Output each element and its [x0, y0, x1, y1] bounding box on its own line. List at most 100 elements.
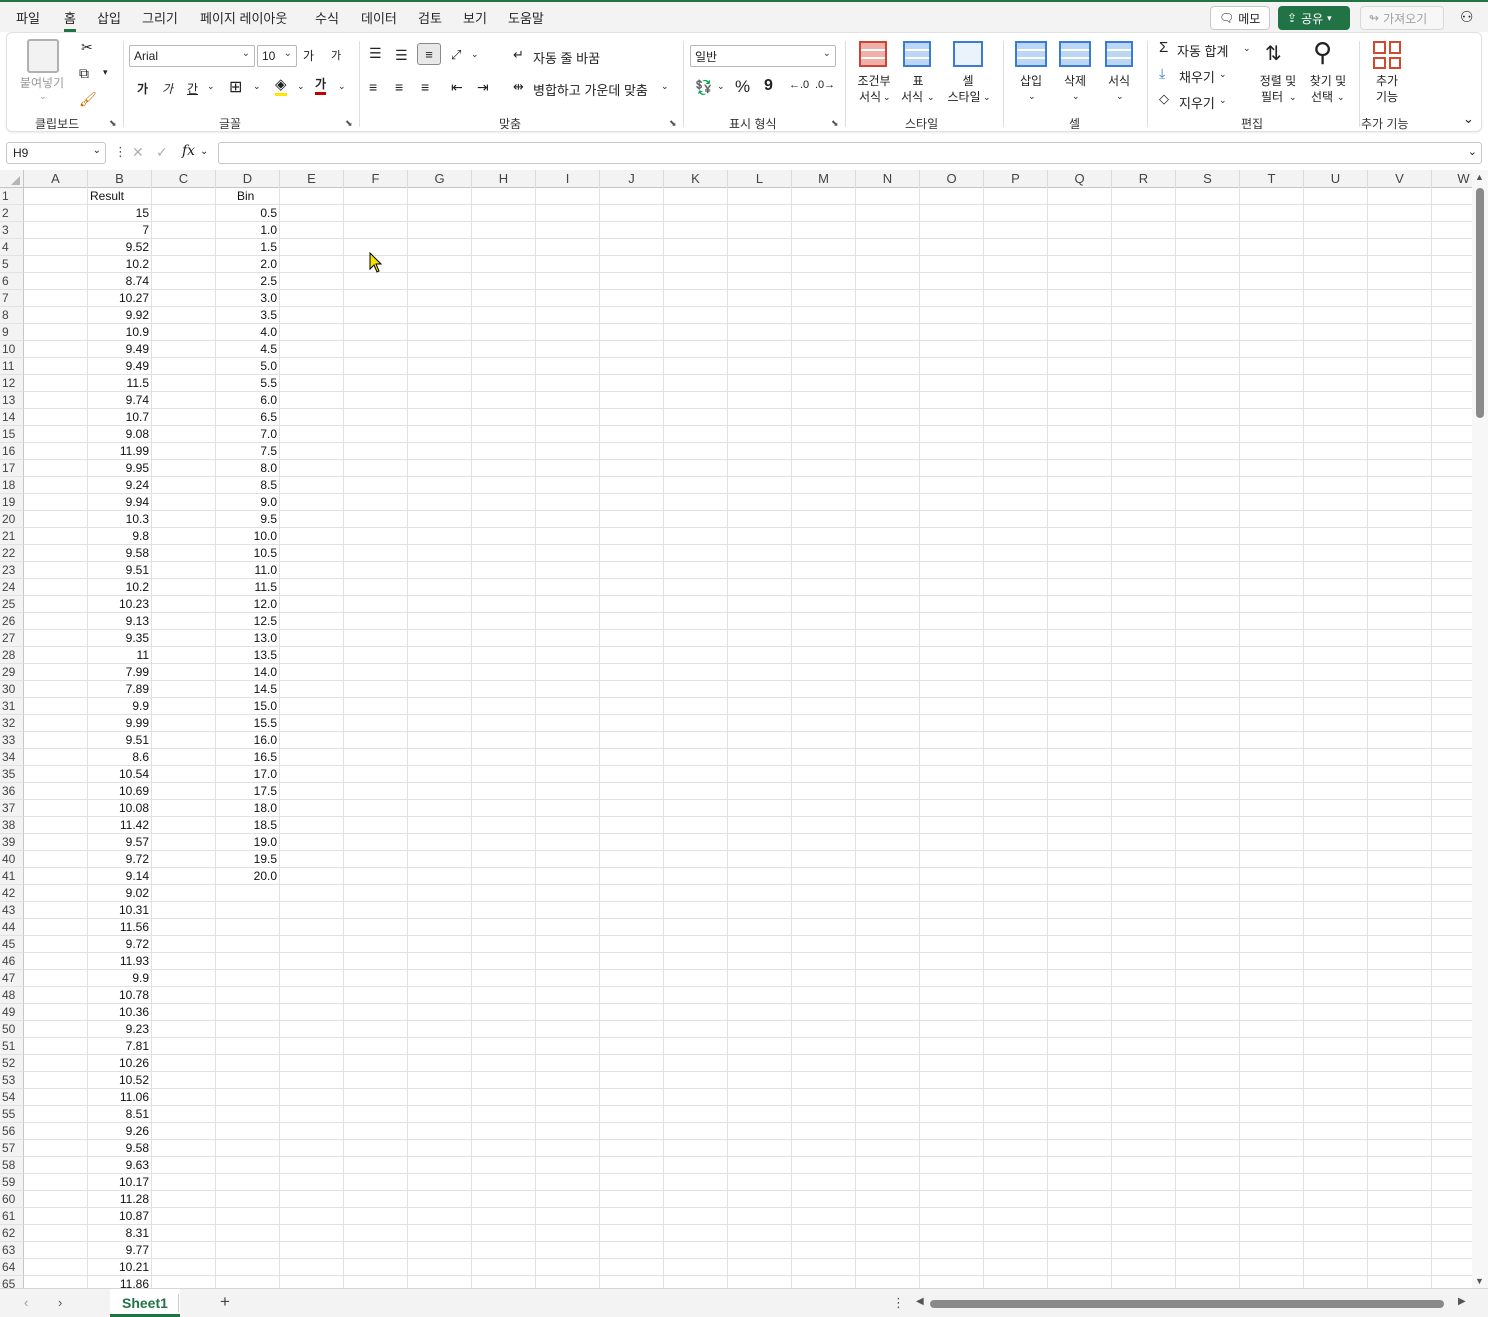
cell-B31[interactable]: 9.9	[88, 698, 149, 715]
column-header-e[interactable]: E	[280, 170, 344, 188]
menu-formulas[interactable]: 수식	[315, 8, 339, 27]
cell-B11[interactable]: 9.49	[88, 358, 149, 375]
check-icon[interactable]: ✓	[156, 144, 168, 161]
align-center-icon[interactable]: ≡	[395, 79, 403, 95]
dialog-launcher-icon[interactable]: ⬊	[345, 118, 353, 129]
row-header-61[interactable]: 61	[0, 1208, 24, 1225]
cell-D30[interactable]: 14.5	[216, 681, 277, 698]
format-painter-icon[interactable]: 🖌	[79, 91, 97, 108]
row-header-27[interactable]: 27	[0, 630, 24, 647]
cell-B54[interactable]: 11.06	[88, 1089, 149, 1106]
chevron-down-icon[interactable]: ⌄	[661, 81, 669, 92]
cell-B47[interactable]: 9.9	[88, 970, 149, 987]
row-header-63[interactable]: 63	[0, 1242, 24, 1259]
menu-data[interactable]: 데이터	[361, 8, 397, 27]
paste-icon[interactable]	[27, 39, 59, 73]
menu-help[interactable]: 도움말	[508, 8, 544, 27]
cell-D41[interactable]: 20.0	[216, 868, 277, 885]
vertical-scroll-thumb[interactable]	[1476, 188, 1484, 418]
cell-B20[interactable]: 10.3	[88, 511, 149, 528]
cell-B45[interactable]: 9.72	[88, 936, 149, 953]
increase-indent-icon[interactable]: ⇥	[477, 79, 489, 96]
cell-D8[interactable]: 3.5	[216, 307, 277, 324]
table-format-button[interactable]: 표	[893, 73, 943, 89]
menu-review[interactable]: 검토	[418, 8, 442, 27]
cell-B35[interactable]: 10.54	[88, 766, 149, 783]
row-header-35[interactable]: 35	[0, 766, 24, 783]
row-header-17[interactable]: 17	[0, 460, 24, 477]
cell-D6[interactable]: 2.5	[216, 273, 277, 290]
dialog-launcher-icon[interactable]: ⬊	[669, 118, 677, 129]
row-header-50[interactable]: 50	[0, 1021, 24, 1038]
cell-D33[interactable]: 16.0	[216, 732, 277, 749]
cell-D19[interactable]: 9.0	[216, 494, 277, 511]
row-header-59[interactable]: 59	[0, 1174, 24, 1191]
row-header-52[interactable]: 52	[0, 1055, 24, 1072]
cell-B3[interactable]: 7	[88, 222, 149, 239]
cell-B17[interactable]: 9.95	[88, 460, 149, 477]
cell-B34[interactable]: 8.6	[88, 749, 149, 766]
cell-D26[interactable]: 12.5	[216, 613, 277, 630]
cell-D9[interactable]: 4.0	[216, 324, 277, 341]
cell-B4[interactable]: 9.52	[88, 239, 149, 256]
cell-B49[interactable]: 10.36	[88, 1004, 149, 1021]
row-header-22[interactable]: 22	[0, 545, 24, 562]
menu-home[interactable]: 홈	[64, 8, 76, 32]
column-header-p[interactable]: P	[984, 170, 1048, 188]
comma-button[interactable]: 9	[764, 77, 773, 95]
cell-B46[interactable]: 11.93	[88, 953, 149, 970]
cell-D28[interactable]: 13.5	[216, 647, 277, 664]
cell-D3[interactable]: 1.0	[216, 222, 277, 239]
row-header-60[interactable]: 60	[0, 1191, 24, 1208]
cell-D32[interactable]: 15.5	[216, 715, 277, 732]
cell-B39[interactable]: 9.57	[88, 834, 149, 851]
column-header-v[interactable]: V	[1368, 170, 1432, 188]
chevron-down-icon[interactable]: ⌄	[338, 81, 346, 92]
import-button[interactable]: ↬ 가져오기	[1360, 6, 1444, 30]
cell-B40[interactable]: 9.72	[88, 851, 149, 868]
next-sheet-icon[interactable]: ›	[58, 1295, 62, 1310]
expand-formula-icon[interactable]: ⌄	[1468, 145, 1477, 158]
menu-file[interactable]: 파일	[16, 8, 40, 27]
prev-sheet-icon[interactable]: ‹	[24, 1295, 28, 1310]
row-header-38[interactable]: 38	[0, 817, 24, 834]
cell-B60[interactable]: 11.28	[88, 1191, 149, 1208]
chevron-down-icon[interactable]: ⌄	[207, 81, 215, 92]
cell-B22[interactable]: 9.58	[88, 545, 149, 562]
cell-D40[interactable]: 19.5	[216, 851, 277, 868]
merge-center-button[interactable]: 병합하고 가운데 맞춤	[533, 80, 648, 99]
row-header-44[interactable]: 44	[0, 919, 24, 936]
column-header-c[interactable]: C	[152, 170, 216, 188]
cell-D1[interactable]: Bin	[237, 188, 277, 205]
cell-D16[interactable]: 7.5	[216, 443, 277, 460]
cell-D13[interactable]: 6.0	[216, 392, 277, 409]
cell-B37[interactable]: 10.08	[88, 800, 149, 817]
row-header-29[interactable]: 29	[0, 664, 24, 681]
row-header-15[interactable]: 15	[0, 426, 24, 443]
sort-filter-button[interactable]: 정렬 및	[1253, 73, 1303, 89]
font-size-select[interactable]: 10 ⌄	[257, 45, 297, 67]
column-header-s[interactable]: S	[1176, 170, 1240, 188]
cell-D29[interactable]: 14.0	[216, 664, 277, 681]
cell-D22[interactable]: 10.5	[216, 545, 277, 562]
paste-button[interactable]: 붙여넣기	[17, 75, 67, 91]
decrease-decimal-icon[interactable]: .0→	[815, 79, 835, 91]
row-header-13[interactable]: 13	[0, 392, 24, 409]
more-options-icon[interactable]: ⋮	[114, 144, 127, 160]
row-header-10[interactable]: 10	[0, 341, 24, 358]
font-color-button[interactable]: 가	[315, 77, 327, 95]
delete-cells-icon[interactable]	[1059, 41, 1091, 67]
row-header-24[interactable]: 24	[0, 579, 24, 596]
insert-cells-icon[interactable]	[1015, 41, 1047, 67]
magnifier-icon[interactable]: ⚲	[1313, 37, 1332, 68]
cell-D7[interactable]: 3.0	[216, 290, 277, 307]
dialog-launcher-icon[interactable]: ⬊	[109, 118, 117, 129]
more-options-icon[interactable]: ⋮	[892, 1295, 905, 1311]
cell-B56[interactable]: 9.26	[88, 1123, 149, 1140]
cell-D20[interactable]: 9.5	[216, 511, 277, 528]
cell-B61[interactable]: 10.87	[88, 1208, 149, 1225]
cell-B44[interactable]: 11.56	[88, 919, 149, 936]
cell-B6[interactable]: 8.74	[88, 273, 149, 290]
row-header-49[interactable]: 49	[0, 1004, 24, 1021]
row-header-25[interactable]: 25	[0, 596, 24, 613]
